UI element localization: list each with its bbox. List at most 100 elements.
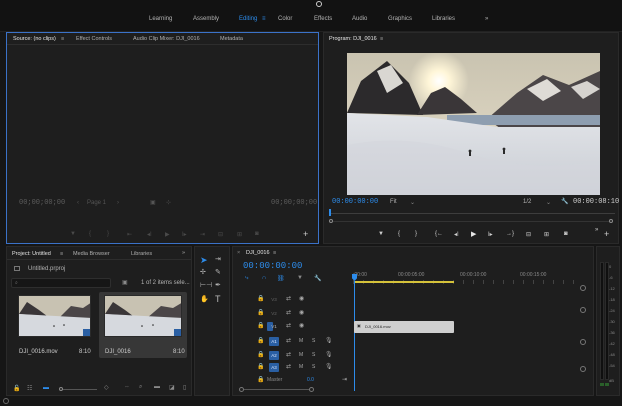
sync-lock-icon[interactable]: ⇄: [286, 309, 291, 318]
slip-tool-icon[interactable]: ⊢⊣: [200, 281, 212, 289]
track-label[interactable]: A1: [269, 337, 279, 346]
workspace-editing[interactable]: Editing: [239, 16, 257, 22]
zoom-handle-right[interactable]: [609, 219, 613, 223]
project-more-tabs[interactable]: »: [182, 250, 185, 256]
scrubber-playhead[interactable]: [329, 209, 331, 216]
solo-button[interactable]: S: [312, 337, 315, 346]
work-area-bar[interactable]: [354, 281, 454, 283]
tab-audio-clip-mixer[interactable]: Audio Clip Mixer: DJI_0016: [133, 36, 200, 42]
project-item-tile[interactable]: DJI_0016.mov 8:10: [14, 295, 94, 357]
project-search-input[interactable]: ⌕: [11, 278, 111, 288]
program-timecode[interactable]: 00:00:00:00: [332, 198, 378, 206]
eye-icon[interactable]: ◉: [299, 295, 304, 304]
razor-tool-icon[interactable]: ✎: [215, 268, 221, 276]
meter-solo-right[interactable]: [605, 383, 609, 386]
mute-button[interactable]: M: [299, 363, 303, 372]
tab-media-browser[interactable]: Media Browser: [73, 251, 110, 257]
program-tab-menu-icon[interactable]: ≡: [380, 36, 383, 42]
hscroll-right[interactable]: [309, 387, 314, 392]
eye-icon[interactable]: ◉: [299, 309, 304, 318]
mute-button[interactable]: M: [299, 351, 303, 360]
track-label[interactable]: A3: [269, 363, 279, 372]
source-page-next-icon[interactable]: ›: [117, 200, 119, 206]
lock-icon[interactable]: 🔒: [257, 351, 264, 360]
lock-icon[interactable]: 🔒: [257, 337, 264, 346]
workspace-color[interactable]: Color: [278, 16, 292, 22]
tab-source[interactable]: Source: (no clips): [13, 36, 56, 42]
clear-icon[interactable]: ▯: [183, 384, 186, 391]
workspace-more[interactable]: »: [485, 16, 488, 22]
workspace-audio[interactable]: Audio: [352, 16, 367, 22]
program-title[interactable]: Program: DJI_0016: [329, 36, 377, 42]
solo-button[interactable]: S: [312, 351, 315, 360]
lock-icon[interactable]: 🔒: [257, 309, 264, 318]
sync-lock-icon[interactable]: ⇄: [286, 351, 291, 360]
source-marker-icon[interactable]: ⊹: [166, 199, 171, 206]
program-resolution-select[interactable]: 1/2: [523, 199, 531, 205]
lock-icon[interactable]: 🔒: [257, 376, 264, 385]
lock-icon[interactable]: 🔓: [13, 385, 20, 392]
source-timecode[interactable]: 00;00;00;00: [19, 199, 65, 207]
microphone-icon[interactable]: 🎙: [325, 351, 333, 360]
program-more-icon[interactable]: »: [595, 227, 598, 233]
source-tab-menu-icon[interactable]: ≡: [61, 36, 64, 42]
master-volume-value[interactable]: 0.0: [307, 376, 314, 385]
timeline-tab[interactable]: DJI_0016: [246, 250, 270, 256]
program-mark-out-icon[interactable]: }: [415, 231, 417, 237]
microphone-icon[interactable]: 🎙: [325, 363, 333, 372]
timeline-close-icon[interactable]: ×: [237, 250, 240, 256]
program-resolution-chevron-icon[interactable]: ⌄: [546, 199, 551, 206]
program-scrubber[interactable]: [329, 209, 615, 216]
track-label[interactable]: V1: [269, 322, 279, 331]
project-item-tile-selected[interactable]: DJI_0016 8:10: [99, 292, 187, 358]
program-extract-icon[interactable]: ⊞: [544, 231, 549, 238]
timeline-tab-menu-icon[interactable]: ≡: [273, 250, 276, 256]
source-camera-icon[interactable]: ◙: [255, 231, 259, 237]
meter-solo-left[interactable]: [600, 383, 604, 386]
tab-libraries[interactable]: Libraries: [131, 251, 152, 257]
source-add-marker-icon[interactable]: ▼: [70, 231, 76, 237]
source-overwrite-icon[interactable]: ⊞: [237, 231, 242, 238]
hscroll-track[interactable]: [244, 389, 309, 390]
list-view-icon[interactable]: ☷: [27, 385, 32, 392]
source-page-prev-icon[interactable]: ‹: [77, 200, 79, 206]
automate-to-sequence-icon[interactable]: ⇔: [124, 384, 130, 390]
source-step-back-icon[interactable]: ◂I: [147, 231, 152, 238]
type-tool-icon[interactable]: T: [215, 294, 221, 304]
track-label[interactable]: V2: [269, 309, 279, 318]
workspace-graphics[interactable]: Graphics: [388, 16, 412, 22]
timeline-settings-icon[interactable]: 🔧: [314, 275, 321, 282]
source-mark-in-icon[interactable]: {: [89, 231, 91, 237]
program-add-button-icon[interactable]: +: [604, 229, 609, 239]
source-go-out-icon[interactable]: ⇥: [200, 231, 205, 238]
program-mark-in-icon[interactable]: {: [398, 231, 400, 237]
new-folder-icon[interactable]: ▬: [154, 384, 160, 390]
source-step-forward-icon[interactable]: I▸: [182, 231, 187, 238]
sync-lock-icon[interactable]: ⇄: [286, 337, 291, 346]
project-tab-menu-icon[interactable]: ≡: [60, 251, 63, 257]
source-page-label[interactable]: Page 1: [87, 200, 106, 206]
mute-button[interactable]: M: [299, 337, 303, 346]
tab-metadata[interactable]: Metadata: [220, 36, 243, 42]
program-wrench-icon[interactable]: 🔧: [561, 198, 568, 205]
track-label[interactable]: V3: [269, 295, 279, 304]
solo-button[interactable]: S: [312, 363, 315, 372]
program-step-back-icon[interactable]: ◂I: [454, 231, 459, 238]
source-insert-icon[interactable]: ⊟: [218, 231, 223, 238]
program-go-out-icon[interactable]: →}: [506, 231, 514, 237]
lock-icon[interactable]: 🔒: [257, 322, 264, 331]
workspace-assembly[interactable]: Assembly: [193, 16, 219, 22]
new-bin-icon[interactable]: ▣: [122, 279, 128, 286]
ripple-edit-tool-icon[interactable]: ✢: [200, 268, 206, 276]
tab-project[interactable]: Project: Untitled: [12, 251, 51, 257]
selection-tool-icon[interactable]: ➤: [200, 255, 208, 266]
zoom-bar[interactable]: [333, 221, 609, 222]
program-fit-chevron-icon[interactable]: ⌄: [410, 199, 415, 206]
program-lift-icon[interactable]: ⊟: [526, 231, 531, 238]
timeline-vscroll-top[interactable]: [580, 285, 586, 291]
hand-tool-icon[interactable]: ✋: [200, 295, 209, 303]
program-play-icon[interactable]: ▶: [471, 230, 476, 238]
source-add-button-icon[interactable]: +: [303, 229, 308, 239]
eye-icon[interactable]: ◉: [299, 322, 304, 331]
snap-icon[interactable]: ∩: [262, 275, 266, 281]
